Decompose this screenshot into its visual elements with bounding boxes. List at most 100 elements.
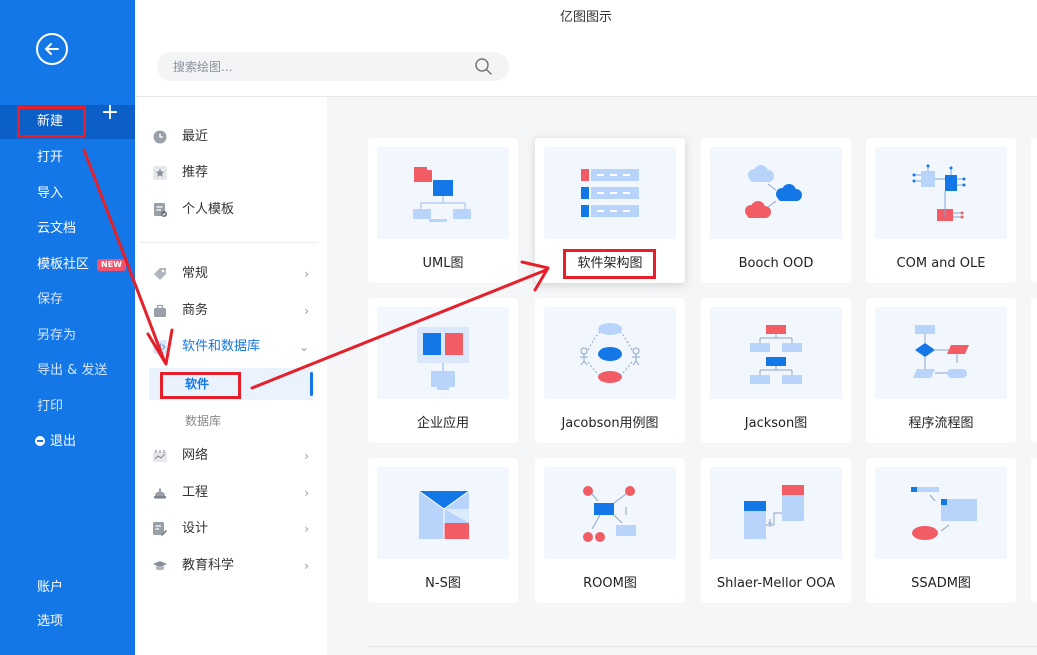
sidebar-item-print[interactable]: 打印 [0, 390, 135, 424]
sidebar-item-save-as[interactable]: 另存为 [0, 319, 135, 353]
tag-icon [154, 268, 166, 280]
template-thumbnail [875, 307, 1007, 399]
category-label: 教育科学 [182, 558, 235, 573]
clock-icon [153, 130, 167, 144]
template-label: Shlaer-Mellor OOA [716, 576, 836, 591]
template-label: UML图 [422, 256, 464, 271]
sidebar-item-label: 退出 [50, 434, 77, 449]
template-thumbnail [377, 307, 509, 399]
template-card-partial[interactable] [1031, 138, 1037, 283]
template-thumbnail [377, 147, 509, 239]
sidebar-item-export-send[interactable]: 导出 & 发送 [0, 354, 135, 388]
pencil-icon [153, 522, 167, 536]
ns-diagram-icon [418, 490, 470, 539]
app-title: 亿图图示 [559, 10, 612, 25]
category-label: 推荐 [182, 165, 209, 180]
subcategory-software[interactable]: 软件 [149, 368, 313, 400]
template-card-room[interactable]: ROOM图 [535, 458, 685, 603]
back-button[interactable] [36, 33, 68, 65]
template-label: Booch OOD [738, 256, 814, 271]
category-personal-templates[interactable]: 个人模板 [149, 195, 315, 225]
category-recent[interactable]: 最近 [149, 122, 315, 152]
category-network[interactable]: 网络 › [149, 441, 315, 471]
template-card-jackson[interactable]: Jackson图 [701, 298, 851, 443]
template-card-enterprise-app[interactable]: 企业应用 [368, 298, 518, 443]
template-label: 程序流程图 [908, 416, 974, 431]
category-divider [140, 242, 318, 243]
template-card-com-and-ole[interactable]: COM and OLE [866, 138, 1016, 283]
network-icon [153, 450, 167, 462]
sidebar-item-import[interactable]: 导入 [0, 177, 135, 211]
category-label: 常规 [182, 266, 209, 281]
template-card-partial[interactable] [1031, 458, 1037, 603]
category-business[interactable]: 商务 › [149, 296, 315, 326]
shlaer-mellor-icon [744, 485, 804, 539]
sidebar-item-open[interactable]: 打开 [0, 141, 135, 175]
template-card-booch-ood[interactable]: Booch OOD [701, 138, 851, 283]
use-case-icon [580, 323, 640, 383]
new-badge: NEW [97, 259, 126, 271]
template-card-uml[interactable]: UML图 [368, 138, 518, 283]
category-label: 个人模板 [182, 202, 235, 217]
personal-template-icon [154, 203, 167, 217]
sidebar-item-save[interactable]: 保存 [0, 283, 135, 317]
exit-icon [35, 436, 45, 446]
chevron-right-icon: › [304, 267, 309, 281]
jackson-diagram-icon [750, 325, 802, 384]
category-general[interactable]: 常规 › [149, 259, 315, 289]
star-icon [153, 166, 167, 180]
search-box [157, 52, 509, 81]
sidebar-item-options[interactable]: 选项 [0, 605, 135, 639]
grid-bottom-divider [368, 646, 1037, 647]
template-thumbnail [544, 307, 676, 399]
template-label: COM and OLE [896, 256, 986, 271]
room-diagram-icon [583, 486, 636, 542]
template-card-program-flowchart[interactable]: 程序流程图 [866, 298, 1016, 443]
category-recommended[interactable]: 推荐 [149, 158, 315, 188]
category-label: 最近 [182, 129, 209, 144]
software-architecture-icon [581, 169, 639, 217]
template-thumbnail [544, 147, 676, 239]
sidebar-item-cloud-docs[interactable]: 云文档 [0, 212, 135, 246]
chevron-right-icon: › [304, 522, 309, 536]
search-input[interactable] [173, 52, 463, 81]
template-card-software-architecture[interactable]: 软件架构图 [535, 138, 685, 283]
chevron-right-icon: › [304, 559, 309, 573]
chevron-right-icon: › [304, 449, 309, 463]
sidebar-item-label: 新建 [37, 114, 64, 129]
template-thumbnail [710, 147, 842, 239]
enterprise-app-icon [417, 327, 469, 390]
template-label: SSADM图 [911, 576, 971, 591]
template-thumbnail [710, 467, 842, 559]
back-arrow-icon [45, 43, 59, 55]
template-label: N-S图 [425, 576, 461, 591]
left-sidebar: 新建 + 打开 导入 云文档 模板社区 NEW 保存 另存为 导出 & 发送 打印… [0, 0, 135, 655]
category-engineering[interactable]: 工程 › [149, 478, 315, 508]
template-card-ns[interactable]: N-S图 [368, 458, 518, 603]
template-label: Jackson图 [744, 416, 808, 431]
category-design[interactable]: 设计 › [149, 514, 315, 544]
add-new-button[interactable]: + [100, 102, 120, 124]
search-icon[interactable] [474, 57, 494, 77]
category-label: 网络 [182, 448, 209, 463]
sidebar-item-exit[interactable]: 退出 [0, 425, 135, 459]
uml-diagram-icon [413, 167, 471, 222]
category-label: 设计 [182, 521, 209, 536]
template-thumbnail [377, 467, 509, 559]
template-label: Jacobson用例图 [561, 416, 659, 431]
template-card-partial[interactable] [1031, 298, 1037, 443]
ssadm-icon [911, 487, 977, 540]
chevron-down-icon: ⌄ [298, 340, 309, 354]
category-software-database[interactable]: 软件和数据库 ⌄ [149, 332, 315, 362]
category-education-science[interactable]: 教育科学 › [149, 551, 315, 581]
template-thumbnail [710, 307, 842, 399]
category-label: 软件和数据库 [182, 339, 261, 354]
template-card-shlaer-mellor-ooa[interactable]: Shlaer-Mellor OOA [701, 458, 851, 603]
subcategory-database[interactable]: 数据库 [149, 405, 313, 437]
helmet-icon [154, 488, 166, 499]
sidebar-item-template-community[interactable]: 模板社区 NEW [0, 248, 135, 282]
template-card-jacobson-use-case[interactable]: Jacobson用例图 [535, 298, 685, 443]
briefcase-icon [154, 304, 166, 317]
sidebar-item-account[interactable]: 账户 [0, 571, 135, 605]
template-card-ssadm[interactable]: SSADM图 [866, 458, 1016, 603]
